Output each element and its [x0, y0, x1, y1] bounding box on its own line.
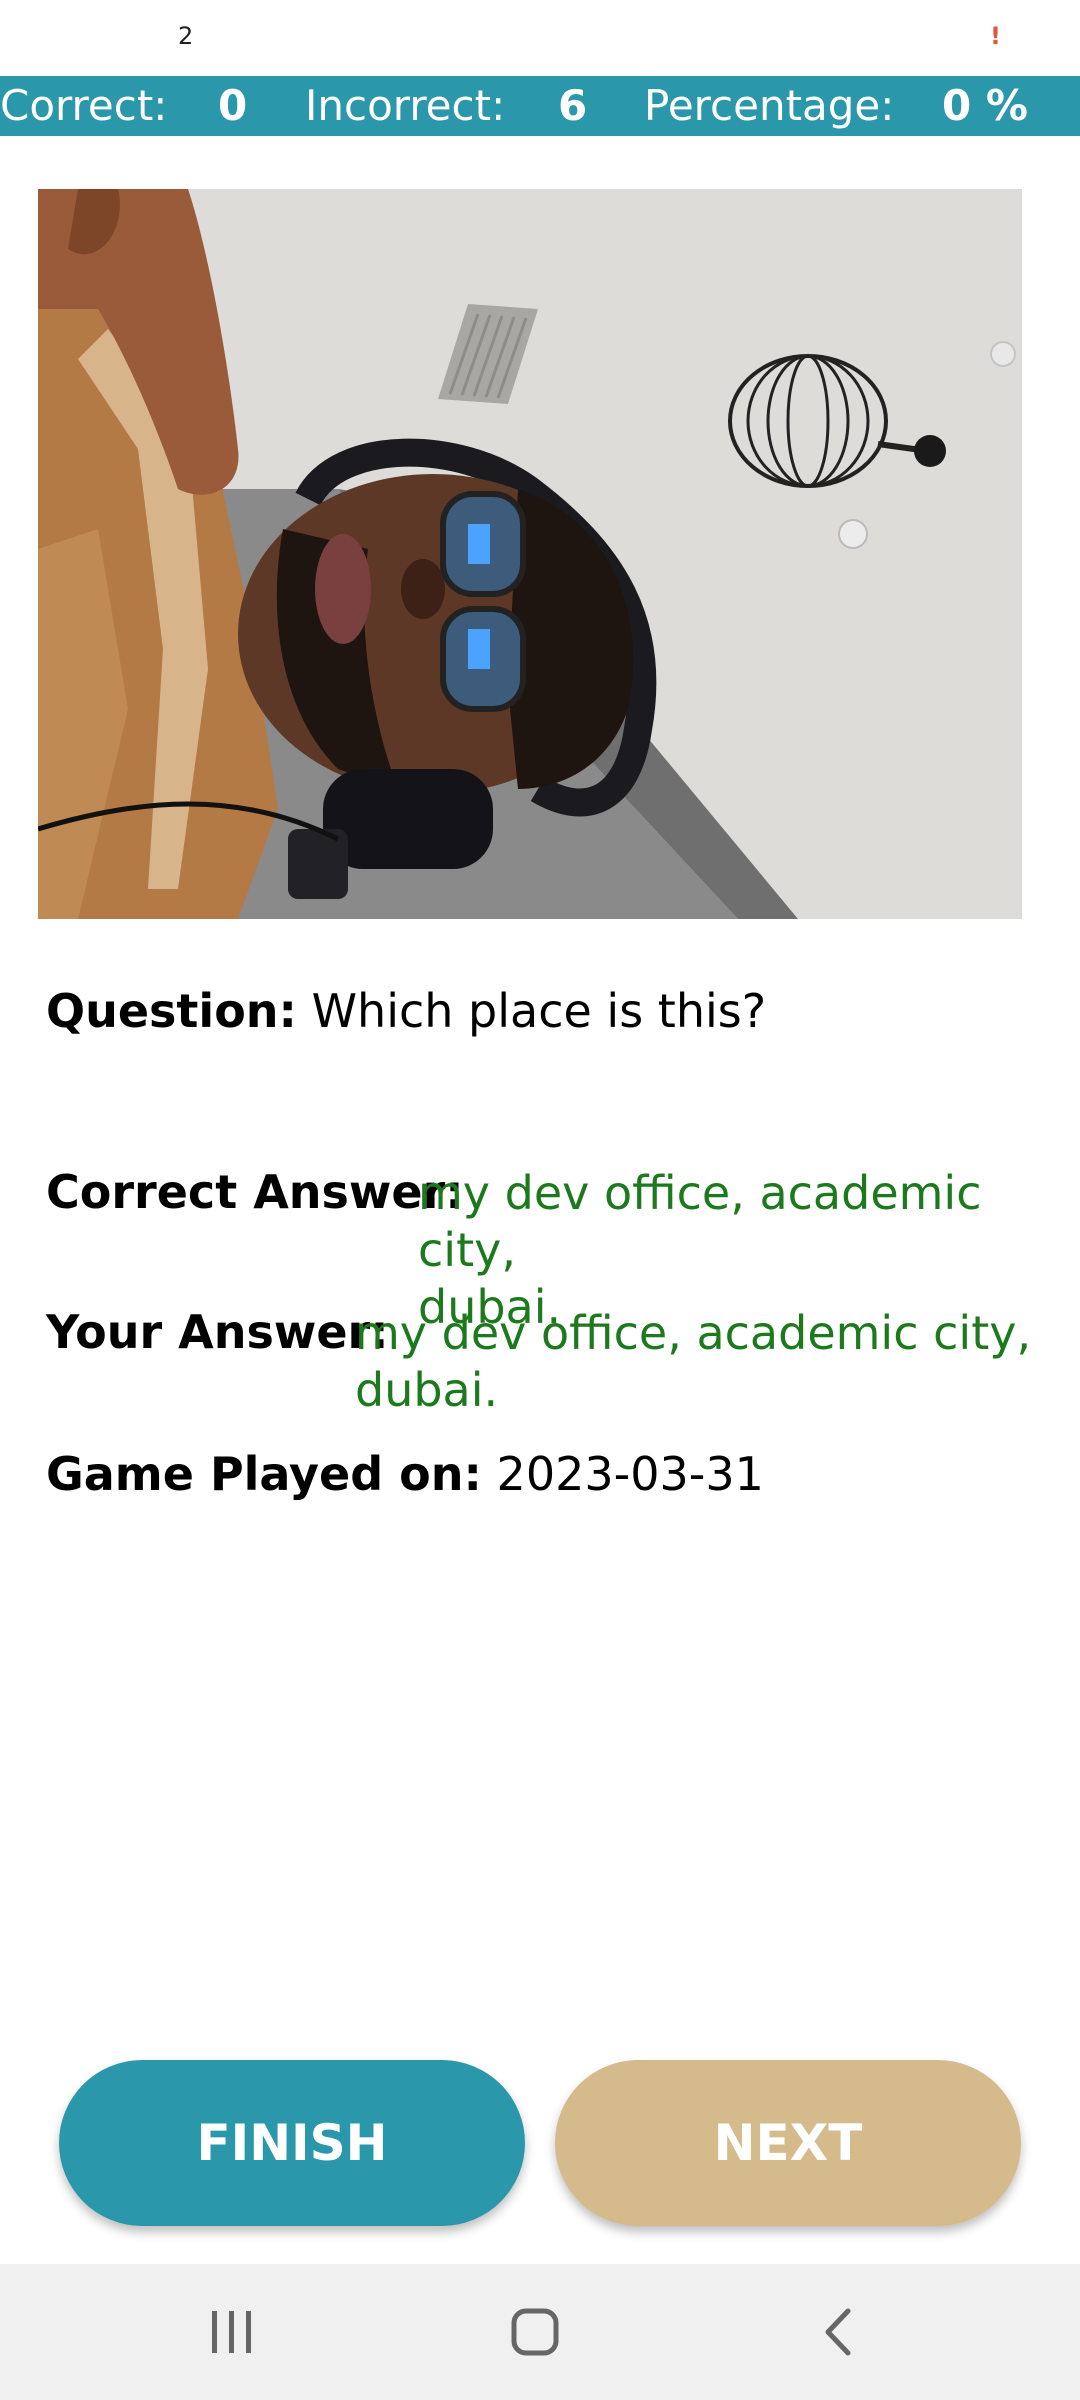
- correct-answer-line1: my dev office, academic city,: [418, 1166, 982, 1277]
- game-played-date: 2023-03-31: [496, 1447, 764, 1501]
- game-played-label: Game Played on:: [46, 1447, 482, 1501]
- percentage-label: Percentage:: [644, 81, 895, 130]
- selfie-photo-icon: [38, 189, 1022, 919]
- next-button[interactable]: NEXT: [555, 2060, 1021, 2226]
- recents-icon[interactable]: [172, 2264, 292, 2400]
- your-answer-line2: dubai.: [355, 1363, 499, 1417]
- incorrect-label: Incorrect:: [305, 81, 506, 130]
- game-played-row: Game Played on: 2023-03-31: [46, 1447, 764, 1501]
- status-bar: 2 !: [0, 0, 1080, 76]
- correct-answer-label: Correct Answer:: [46, 1165, 464, 1219]
- finish-button[interactable]: FINISH: [59, 2060, 525, 2226]
- percentage-value: 0 %: [942, 81, 1028, 130]
- correct-count: 0: [218, 81, 248, 130]
- your-answer-text: my dev office, academic city, dubai.: [355, 1305, 1031, 1419]
- home-icon[interactable]: [475, 2264, 595, 2400]
- your-answer-label: Your Answer:: [46, 1305, 389, 1359]
- your-answer-line1: my dev office, academic city,: [355, 1306, 1032, 1360]
- status-left-text: 2: [178, 22, 194, 50]
- question-label: Question:: [46, 984, 297, 1038]
- question-text: Which place is this?: [311, 984, 767, 1038]
- incorrect-count: 6: [558, 81, 588, 130]
- question-row: Question: Which place is this?: [46, 984, 766, 1038]
- back-icon[interactable]: [778, 2264, 898, 2400]
- score-bar: Correct: 0 Incorrect: 6 Percentage: 0 %: [0, 76, 1080, 136]
- system-nav-bar: [0, 2264, 1080, 2400]
- status-alert-icon: !: [990, 22, 1001, 50]
- correct-label: Correct:: [0, 81, 168, 130]
- question-photo: [38, 189, 1022, 919]
